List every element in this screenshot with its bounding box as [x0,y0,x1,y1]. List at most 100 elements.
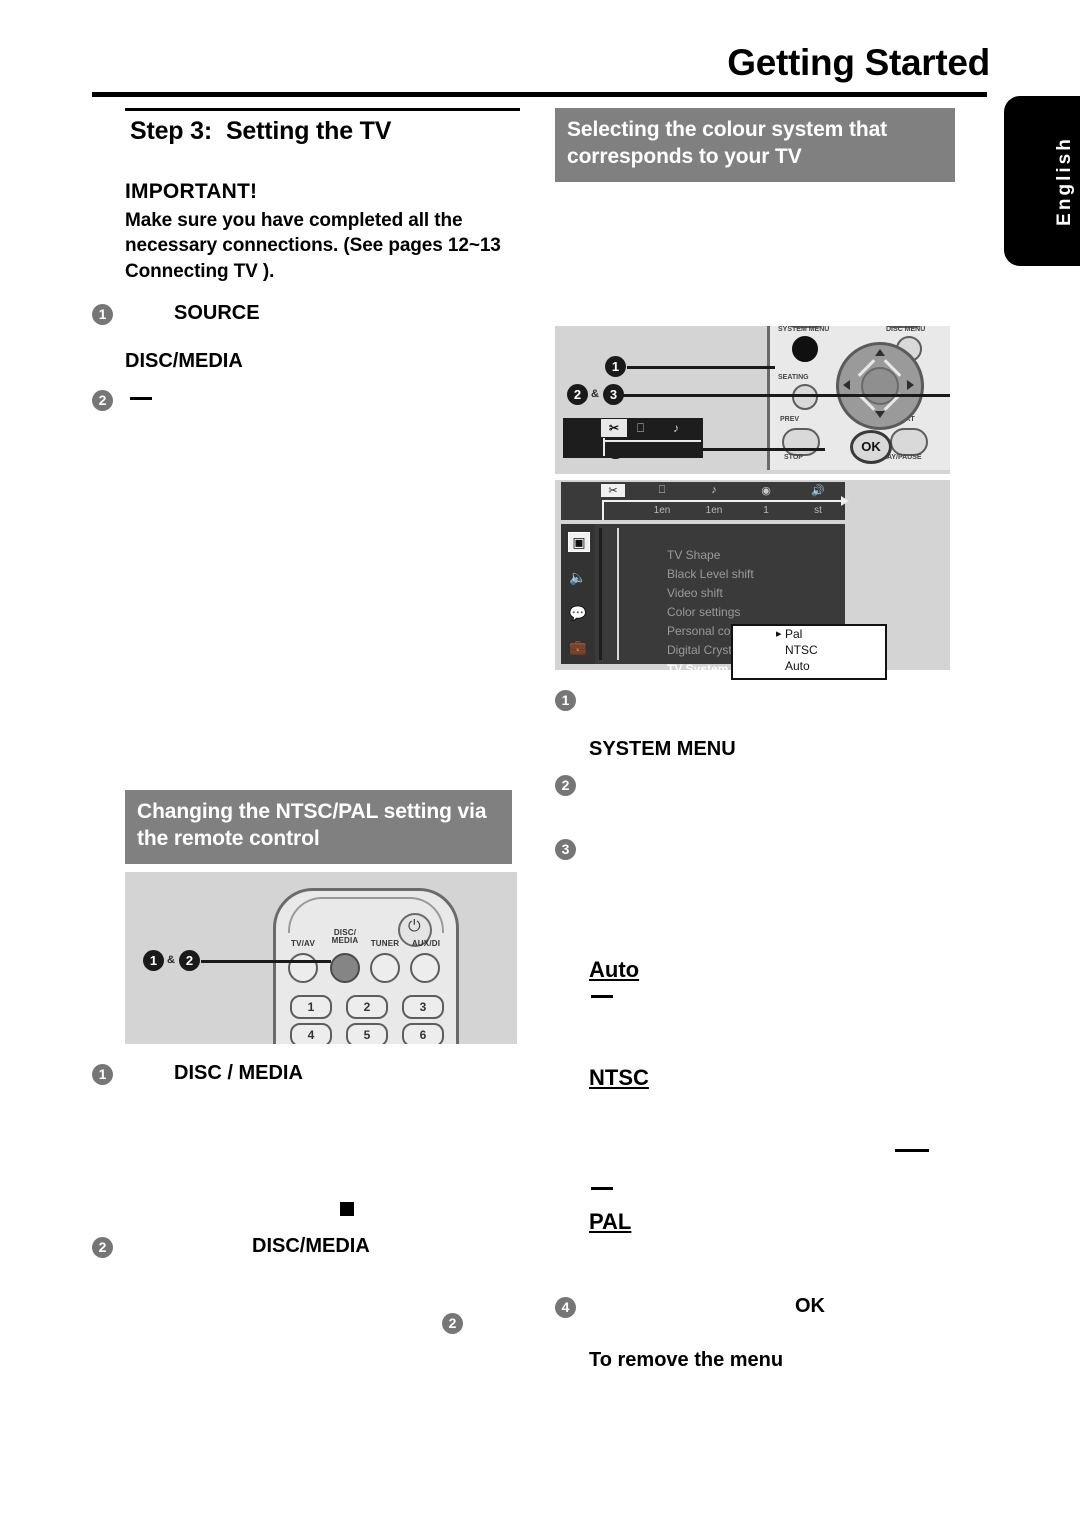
osd-popup-option-pal: Pal [773,626,885,642]
callout-line [201,959,331,963]
left-bottom-step-1: 1 DISC / MEDIA [92,1062,532,1092]
osd-menu-item: Video shift [667,585,723,600]
osd-tab-vline [602,499,604,520]
power-icon: ⏻ [408,917,421,935]
callout-bullet-2: 2 [567,383,588,405]
empty-dash [591,995,613,999]
disc-menu-label: DISC MENU [886,325,926,333]
step-label: DISC / MEDIA [174,1061,303,1084]
tv-av-label: TV/AV [291,938,315,948]
osd-tab-value: 1 [763,504,769,516]
disc-media-label: DISC/MEDIA [331,927,359,946]
system-menu-button [792,335,818,362]
step-label: DISC/MEDIA [252,1234,370,1257]
ok-label: OK [795,1294,825,1317]
osd-tab-arrow-icon [841,495,849,506]
tools-icon: ✂ [601,483,625,497]
header-divider [92,92,987,97]
right-step-3: 3 [555,837,990,867]
right-step-4: 4 OK [555,1295,990,1325]
term-pal: PAL [589,1208,632,1234]
disc-icon: ◉ [761,484,771,497]
step-heading: Step 3: Setting the TV [130,117,532,146]
dpad-down-icon [875,410,885,418]
callout-bullet-1: 1 [605,355,626,377]
tuner-label: TUNER [370,938,400,948]
right-column: Selecting the colour system that corresp… [555,108,990,1372]
osd-menu-item: Black Level shift [667,566,754,581]
osd-tab-value: 1en [653,504,671,516]
step-bullet: 3 [555,838,576,860]
num-key: 2 [346,994,388,1019]
next-button [890,427,928,456]
audio-icon: ♪ [673,420,679,435]
osd-top-tabs: ✂ ⎕ ♪ ◉ 🔊 1en 1en 1 st [561,481,849,520]
tools-icon: ✂ [601,418,627,437]
dpad-right-icon [907,379,914,390]
ntsc-pal-section-bar: Changing the NTSC/PAL setting via the re… [125,789,512,864]
step-bullet: 2 [92,1236,113,1258]
osd-menu-item: Color settings [667,604,741,619]
step-title-text: Setting the TV [225,117,392,145]
left-column: Step 3: Setting the TV IMPORTANT! Make su… [92,108,535,1334]
osd-menu-item: TV Shape [667,547,721,562]
osd-divider [599,527,602,660]
subtitle-icon: 💬 [569,604,587,621]
osd-menu-figure: ✂ ⎕ ♪ ◉ 🔊 1en 1en 1 st ▣ 🔈 💬 💼 TV Shape … [555,479,950,680]
important-heading: IMPORTANT! [125,180,258,203]
step-label: DISC/MEDIA [125,349,243,372]
osd-vline [603,437,605,456]
language-tab: English [1004,96,1080,266]
prev-button [782,427,820,456]
left-step-1: 1 SOURCE [92,302,532,332]
left-step-2: 2 [92,388,532,418]
left-bottom-step-2: 2 DISC/MEDIA [92,1235,532,1265]
osd-popup-option-auto: Auto [785,658,810,673]
disc-media-button [330,952,360,983]
important-block: IMPORTANT! Make sure you have completed … [125,180,535,284]
callout-line [627,365,775,369]
empty-dash [591,1186,613,1190]
callout-line [607,393,950,397]
step-bullet: 2 [555,774,576,796]
remove-menu-heading: To remove the menu [589,1348,784,1371]
remote-figure-system-menu: SYSTEM MENU DISC MENU SEATING ZOOM PREV … [555,325,950,474]
step-bullet: 1 [555,689,576,711]
system-menu-label: SYSTEM MENU [589,737,736,760]
dpad-up-icon [875,348,885,356]
step-bullet: 4 [555,1296,576,1318]
tuner-button [370,952,400,983]
dpad-left-icon [843,379,850,390]
page-title: Getting Started [727,42,990,83]
empty-rule [895,1148,929,1152]
callout-ampersand: & [167,953,175,966]
num-key: 6 [402,1022,444,1044]
osd-underline [603,439,701,442]
num-key: 5 [346,1022,388,1044]
osd-selection-line [617,527,619,660]
term-auto: Auto [589,956,640,982]
colour-system-section-bar: Selecting the colour system that corresp… [555,108,955,182]
callout-bullet-1: 1 [143,949,164,971]
osd-main-panel: ▣ 🔈 💬 💼 TV Shape Black Level shift Video… [561,523,887,680]
osd-tab-value: st [814,504,822,516]
num-key: 1 [290,994,332,1019]
audio-icon: ♪ [711,483,717,496]
callout-bullet-3: 3 [603,383,624,405]
remote-body: ⏻ TV/AV DISC/MEDIA TUNER AUX/DI 1 2 3 4 … [273,887,459,1044]
subtitle-icon: ⎕ [658,483,666,496]
osd-tab-value: 1en [705,504,723,516]
aux-di-button [410,952,440,983]
system-menu-label: SYSTEM MENU [778,325,830,333]
osd-sidebar: ▣ 🔈 💬 💼 [561,523,595,664]
num-key: 4 [290,1022,332,1044]
callout-ampersand: & [591,387,599,400]
navigation-dpad [836,341,924,430]
seating-label: SEATING [778,373,809,381]
stop-label: STOP [784,453,803,461]
important-body: Make sure you have completed all the nec… [125,210,501,282]
trailing-bullet: 2 [442,1312,463,1334]
language-tab-label: English [1054,136,1075,226]
empty-dash [130,397,152,401]
step-number: Step 3: [130,117,212,145]
